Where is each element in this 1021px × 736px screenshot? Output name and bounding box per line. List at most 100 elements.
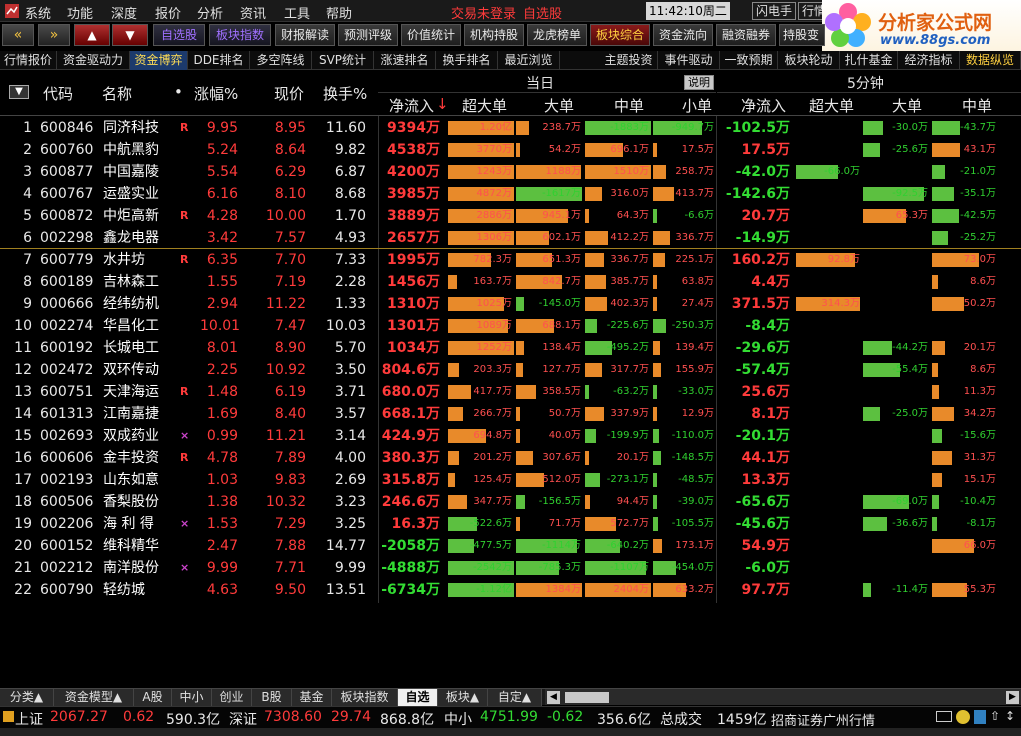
table-row[interactable]: 20 600152 维科精华 2.47 7.88 14.77 -2058万 54.9万 -477… — [0, 535, 1021, 557]
tab-long-short[interactable]: 多空阵线 — [250, 51, 312, 70]
col-5min-net-inflow[interactable]: 净流入 — [741, 95, 786, 116]
table-row[interactable]: 5 600872 中炬高新 R 4.28 10.00 1.70 3889万 20.7万 2886万… — [0, 205, 1021, 227]
btab-fund-model[interactable]: 资金模型▲ — [54, 689, 134, 706]
table-row[interactable]: 9 000666 经纬纺机 2.94 11.22 1.33 1310万 371.5万 1025万… — [0, 293, 1021, 315]
btab-watchlist[interactable]: 自选 — [398, 689, 438, 706]
scroll-thumb[interactable] — [565, 692, 609, 703]
tab-dde-rank[interactable]: DDE排名 — [188, 51, 250, 70]
tab-consensus[interactable]: 一致预期 — [720, 51, 778, 70]
col-s-order[interactable]: 小单 — [682, 95, 712, 116]
toolbar-institution[interactable]: 机构持股 — [464, 24, 524, 46]
btab-custom[interactable]: 自定▲ — [488, 689, 542, 706]
toolbar-report[interactable]: 财报解读 — [275, 24, 335, 46]
btab-sector-index[interactable]: 板块指数 — [332, 689, 398, 706]
tab-fund-game[interactable]: 资金博弈 — [130, 51, 188, 70]
tab-data-overview[interactable]: 数据纵览 — [960, 51, 1021, 70]
toolbar-sector-index[interactable]: 板块指数 — [209, 24, 271, 46]
table-row[interactable]: 13 600751 天津海运 R 1.48 6.19 3.71 680.0万 25.6万 417.… — [0, 381, 1021, 403]
col-5min-m-order[interactable]: 中单 — [962, 95, 992, 116]
menu-analysis[interactable]: 分析 — [197, 3, 223, 22]
menu-depth[interactable]: 深度 — [111, 3, 137, 22]
toolbar-fund-flow[interactable]: 资金流向 — [653, 24, 713, 46]
col-5min-xl-order[interactable]: 超大单 — [809, 95, 854, 116]
table-row[interactable]: 18 600506 香梨股份 1.38 10.32 3.23 246.6万 -65.6万 347… — [0, 491, 1021, 513]
scroll-right-icon[interactable]: ▶ — [1006, 691, 1019, 704]
btab-sme[interactable]: 中小 — [172, 689, 212, 706]
col-turnover[interactable]: 换手% — [323, 83, 367, 104]
mail-icon[interactable] — [936, 711, 952, 722]
toolbar-margin[interactable]: 融资融券 — [716, 24, 776, 46]
col-code[interactable]: 代码 — [43, 83, 73, 104]
menu-quote[interactable]: 报价 — [155, 3, 181, 22]
alert-icon[interactable] — [956, 710, 970, 724]
table-row[interactable]: 8 600189 吉林森工 1.55 7.19 2.28 1456万 4.4万 163.7万 84… — [0, 271, 1021, 293]
table-row[interactable]: 1 600846 同济科技 R 9.95 8.95 11.60 9394万 -102.5万 1.2… — [0, 117, 1021, 139]
toolbar-sector-composite[interactable]: 板块综合 — [590, 24, 650, 46]
table-row[interactable]: 22 600790 轻纺城 4.63 9.50 13.51 -6734万 97.7万 -1.12… — [0, 579, 1021, 601]
table-row[interactable]: 12 002472 双环传动 2.25 10.92 3.50 804.6万 -57.4万 203… — [0, 359, 1021, 381]
btab-a-share[interactable]: A股 — [134, 689, 172, 706]
btab-gem[interactable]: 创业 — [212, 689, 252, 706]
menu-function[interactable]: 功能 — [67, 3, 93, 22]
btab-fund[interactable]: 基金 — [292, 689, 332, 706]
tab-speed-rank[interactable]: 涨速排名 — [374, 51, 436, 70]
tab-fund[interactable]: 扎什基金 — [840, 51, 898, 70]
tab-event[interactable]: 事件驱动 — [658, 51, 720, 70]
horizontal-scrollbar[interactable]: ◀ ▶ — [545, 688, 1021, 705]
menu-tools[interactable]: 工具 — [284, 3, 310, 22]
btab-category[interactable]: 分类▲ — [0, 689, 54, 706]
toolbar-holding-change[interactable]: 持股变 — [779, 24, 825, 46]
table-row[interactable]: 17 002193 山东如意 1.03 9.83 2.69 315.8万 13.3万 125.4… — [0, 469, 1021, 491]
col-xl-order[interactable]: 超大单 — [462, 95, 507, 116]
column-toggle-button[interactable]: ▼ — [9, 85, 29, 99]
table-row[interactable]: 19 002206 海 利 得 × 1.53 7.29 3.25 16.3万 -45.6万 -52… — [0, 513, 1021, 535]
col-5min-l-order[interactable]: 大单 — [892, 95, 922, 116]
table-row[interactable]: 14 601313 江南嘉捷 1.69 8.40 3.57 668.1万 8.1万 266.7万… — [0, 403, 1021, 425]
table-row[interactable]: 4 600767 运盛实业 6.16 8.10 8.68 3985万 -142.6万 4872万… — [0, 183, 1021, 205]
tab-recent[interactable]: 最近浏览 — [498, 51, 560, 70]
info-icon[interactable] — [974, 710, 986, 724]
table-row[interactable]: 11 600192 长城电工 8.01 8.90 5.70 1034万 -29.6万 1252万… — [0, 337, 1021, 359]
app-icon[interactable] — [4, 3, 20, 23]
col-change-pct[interactable]: 涨幅% — [194, 83, 238, 104]
toolbar-watchlist[interactable]: 自选股 — [153, 24, 205, 46]
toolbar-forecast[interactable]: 预测评级 — [338, 24, 398, 46]
menu-news[interactable]: 资讯 — [240, 3, 266, 22]
table-row[interactable]: 2 600760 中航黑豹 5.24 8.64 9.82 4538万 17.5万 3770万 54… — [0, 139, 1021, 161]
table-row[interactable]: 6 002298 鑫龙电器 3.42 7.57 4.93 2657万 -14.9万 1306万 6… — [0, 227, 1021, 249]
tab-svp[interactable]: SVP统计 — [312, 51, 374, 70]
row-change-pct: 4.28 — [206, 208, 238, 224]
trade-login-status[interactable]: 交易未登录 — [451, 3, 516, 22]
tab-fund-driver[interactable]: 资金驱动力 — [57, 51, 130, 70]
btab-sector[interactable]: 板块▲ — [438, 689, 488, 706]
menu-system[interactable]: 系统 — [25, 3, 51, 22]
tab-quote[interactable]: 行情报价 — [0, 51, 57, 70]
table-row[interactable]: 3 600877 中国嘉陵 5.54 6.29 6.87 4200万 -42.0万 1243万 1… — [0, 161, 1021, 183]
btab-b-share[interactable]: B股 — [252, 689, 292, 706]
explain-button[interactable]: 说明 — [684, 75, 714, 90]
col-price[interactable]: 现价 — [274, 83, 304, 104]
table-row[interactable]: 15 002693 双成药业 × 0.99 11.21 3.14 424.9万 -20.1万 69… — [0, 425, 1021, 447]
watchlist-link[interactable]: 自选股 — [523, 3, 562, 22]
nav-prev-button[interactable]: « — [2, 24, 34, 46]
toolbar-dragon-tiger[interactable]: 龙虎榜单 — [527, 24, 587, 46]
tab-turnover-rank[interactable]: 换手排名 — [436, 51, 498, 70]
table-row[interactable]: 21 002212 南洋股份 × 9.99 7.71 9.99 -4888万 -6.0万 -254… — [0, 557, 1021, 579]
table-row[interactable]: 16 600606 金丰投资 R 4.78 7.89 4.00 380.3万 44.1万 201.… — [0, 447, 1021, 469]
scroll-left-icon[interactable]: ◀ — [547, 691, 560, 704]
tab-economic[interactable]: 经济指标 — [898, 51, 960, 70]
tab-theme[interactable]: 主题投资 — [600, 51, 658, 70]
table-row[interactable]: 10 002274 华昌化工 10.01 7.47 10.03 1301万 -8.4万 1089… — [0, 315, 1021, 337]
toolbar-value[interactable]: 价值统计 — [401, 24, 461, 46]
menu-help[interactable]: 帮助 — [326, 3, 352, 22]
table-row[interactable]: 7 600779 水井坊 R 6.35 7.70 7.33 1995万 160.2万 782.3万… — [0, 249, 1021, 271]
tab-sector-rotation[interactable]: 板块轮动 — [778, 51, 840, 70]
col-m-order[interactable]: 中单 — [614, 95, 644, 116]
arrow-down-button[interactable]: ▼ — [112, 24, 148, 46]
col-net-inflow[interactable]: 净流入 — [389, 95, 434, 116]
col-l-order[interactable]: 大单 — [544, 95, 574, 116]
flash-trade-button[interactable]: 闪电手 — [752, 2, 797, 20]
col-name[interactable]: 名称 — [102, 83, 132, 104]
nav-next-button[interactable]: » — [38, 24, 70, 46]
arrow-up-button[interactable]: ▲ — [74, 24, 110, 46]
